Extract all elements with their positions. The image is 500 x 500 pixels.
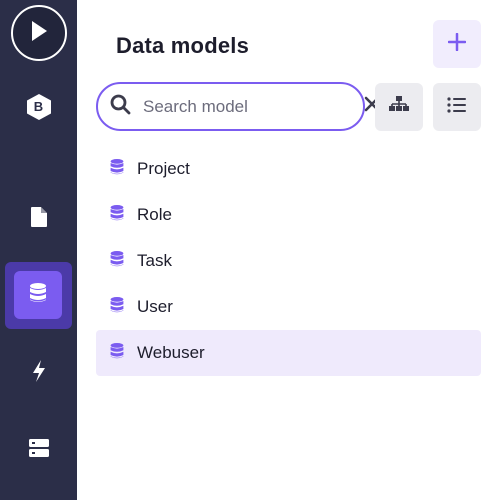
bootstrap-b-label: B [33, 99, 44, 114]
model-label: Webuser [137, 343, 205, 362]
document-icon [30, 206, 48, 233]
model-list: Project Role Task User Webuser [96, 146, 481, 376]
hierarchy-icon [388, 95, 410, 120]
server-icon [28, 438, 50, 463]
database-icon [109, 296, 125, 319]
search-box [96, 82, 380, 131]
bootstrap-b-icon: B [24, 92, 54, 122]
model-label: User [137, 297, 173, 316]
list-item[interactable]: User [96, 284, 481, 330]
sidebar: B [0, 0, 77, 500]
model-label: Project [137, 159, 190, 178]
list-view-button[interactable] [433, 83, 481, 131]
sidebar-item-actions[interactable] [0, 359, 77, 388]
list-item[interactable]: Task [96, 238, 481, 284]
sidebar-item-documents[interactable] [0, 205, 77, 233]
diagram-view-button[interactable] [375, 83, 423, 131]
list-icon [447, 96, 467, 118]
database-icon [109, 158, 125, 181]
list-item[interactable]: Role [96, 192, 481, 238]
database-icon [109, 204, 125, 227]
play-button[interactable] [11, 5, 67, 61]
sidebar-item-bootstrap[interactable]: B [0, 92, 77, 122]
list-item[interactable]: Project [96, 146, 481, 192]
search-icon [110, 94, 131, 120]
lightning-icon [31, 359, 47, 388]
sidebar-item-server[interactable] [0, 438, 77, 462]
sidebar-item-data-models[interactable] [14, 271, 62, 319]
list-item-selected[interactable]: Webuser [96, 330, 481, 376]
page-title: Data models [116, 33, 250, 58]
database-icon [109, 342, 125, 365]
add-model-button[interactable] [433, 20, 481, 68]
database-icon [28, 282, 48, 309]
search-input[interactable] [143, 96, 364, 117]
model-label: Role [137, 205, 172, 224]
play-icon [29, 20, 49, 47]
plus-icon [447, 32, 467, 56]
model-label: Task [137, 251, 172, 270]
database-icon [109, 250, 125, 273]
